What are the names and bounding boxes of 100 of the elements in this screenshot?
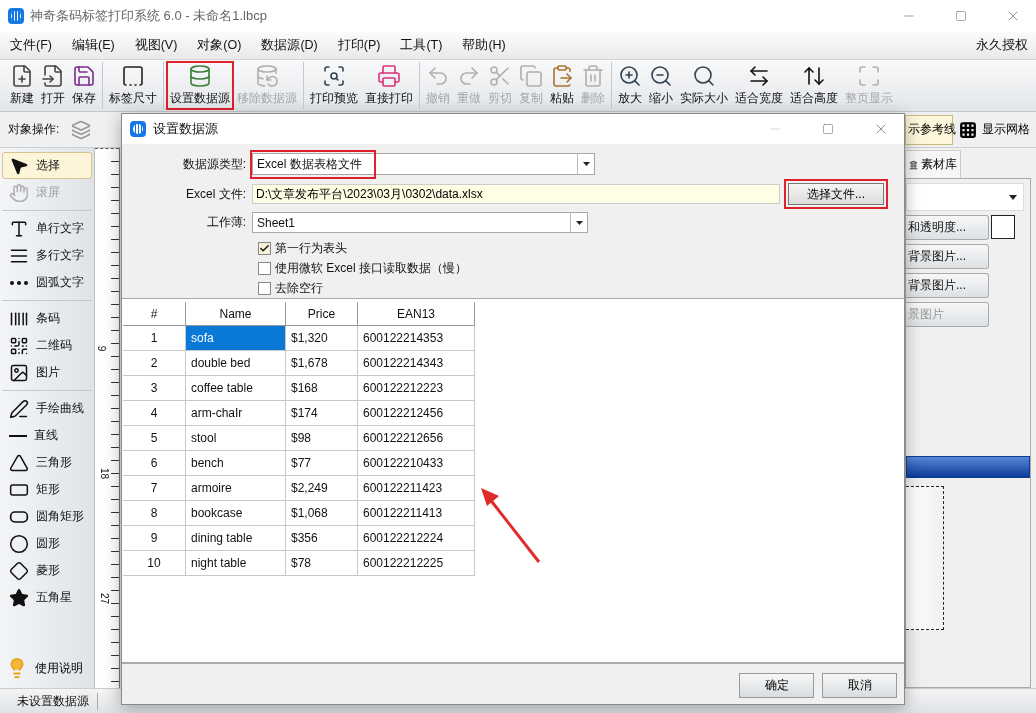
file-path-field[interactable]: D:\文章发布平台\2023\03月\0302\data.xlsx (252, 184, 780, 204)
tool-item[interactable]: 圆角矩形 (2, 503, 92, 530)
table-cell: 600122212225 (358, 551, 475, 576)
table-cell: 600122214343 (358, 351, 475, 376)
caret-icon (582, 162, 590, 166)
database-icon (255, 64, 279, 88)
toolbar-button[interactable]: 打开 (38, 62, 68, 109)
table-cell: $1,320 (286, 326, 358, 351)
toolbar-button[interactable]: 适合宽度 (732, 62, 786, 109)
table-cell: armoire (186, 476, 286, 501)
line-icon (9, 434, 27, 437)
toolbar-button[interactable]: 新建 (7, 62, 37, 109)
diamond-icon (9, 560, 29, 581)
tool-item[interactable]: 圆形 (2, 530, 92, 557)
choose-file-button[interactable]: 选择文件... (788, 183, 884, 205)
panel-button[interactable]: 和透明度... (906, 215, 989, 240)
table-cell: double bed (186, 351, 286, 376)
toolbar-button[interactable]: 标签尺寸 (106, 62, 160, 109)
toolbar-button[interactable]: 适合高度 (787, 62, 841, 109)
pen-icon (9, 398, 29, 419)
table-cell: 600122211413 (358, 501, 475, 526)
panel-tab[interactable]: 素材库 (905, 150, 961, 178)
column-header: Name (186, 302, 286, 326)
tool-item[interactable]: 直线 (2, 422, 92, 449)
toolbar-button[interactable]: 打印预览 (307, 62, 361, 109)
redo-icon (457, 64, 481, 88)
menu-item[interactable]: 视图(V) (134, 37, 178, 54)
tool-item[interactable]: 条码 (2, 305, 92, 332)
checkbox-label: 去除空行 (275, 279, 323, 297)
ruler-number: 9 (96, 345, 108, 352)
table-cell: 600122211423 (358, 476, 475, 501)
tool-item[interactable]: 菱形 (2, 557, 92, 584)
checkbox[interactable] (258, 281, 271, 295)
tool-item[interactable]: 五角星 (2, 584, 92, 611)
toolbar-button[interactable]: 实际大小 (677, 62, 731, 109)
menu-item[interactable]: 文件(F) (10, 37, 52, 54)
tool-item[interactable]: 三角形 (2, 449, 92, 476)
tool-item[interactable]: 二维码 (2, 332, 92, 359)
checkbox[interactable] (258, 261, 271, 275)
toolbar-button[interactable]: 粘贴 (547, 62, 577, 109)
tool-item[interactable]: 矩形 (2, 476, 92, 503)
toolbar-button[interactable]: 设置数据源 (167, 62, 233, 109)
caret-icon (1009, 194, 1017, 200)
panel-button[interactable]: 背景图片... (906, 273, 989, 298)
caret-icon (575, 220, 583, 225)
help-item[interactable]: 使用说明 (2, 653, 92, 683)
tool-item[interactable]: 图片 (2, 359, 92, 386)
status-text: 未设置数据源 (17, 692, 98, 710)
maximize-icon (822, 123, 834, 135)
table-cell: 600122214353 (358, 326, 475, 351)
ruler-number: 27 (99, 592, 111, 605)
table-cell: 600122212223 (358, 376, 475, 401)
hand-icon (9, 182, 29, 203)
save-icon (72, 64, 96, 88)
ok-button[interactable]: 确定 (739, 673, 814, 698)
toolbar-button[interactable]: 直接打印 (362, 62, 416, 109)
tool-item[interactable]: 手绘曲线 (2, 395, 92, 422)
sheet-select[interactable]: Sheet1 (252, 212, 588, 233)
checkbox[interactable] (258, 241, 271, 255)
row-number: 3 (123, 376, 186, 401)
undo-icon (426, 64, 450, 88)
table-cell: bench (186, 451, 286, 476)
window-title: 神奇条码标签打印系统 6.0 - 未命名1.lbcp (30, 7, 268, 25)
menu-item[interactable]: 数据源(D) (261, 37, 318, 54)
fit-width-icon (747, 64, 771, 88)
checkbox-label: 使用微软 Excel 接口读取数据（慢） (275, 259, 467, 277)
database-icon (188, 64, 212, 88)
toolbar-button[interactable]: 保存 (69, 62, 99, 109)
fit-height-icon (802, 64, 826, 88)
dropdown-field[interactable] (906, 183, 1024, 211)
row-number: 8 (123, 501, 186, 526)
table-cell: stool (186, 426, 286, 451)
grid-icon (959, 120, 977, 139)
field-label: 工作薄: (205, 214, 247, 231)
checkbox-label: 第一行为表头 (275, 239, 347, 257)
tool-item[interactable]: 圆弧文字 (2, 269, 92, 296)
grid-button[interactable]: 显示网格 (957, 114, 1032, 145)
table-cell: 600122212224 (358, 526, 475, 551)
menu-item[interactable]: 编辑(E) (71, 37, 115, 54)
menu-item[interactable]: 对象(O) (197, 37, 242, 54)
table-cell: 600122210433 (358, 451, 475, 476)
tool-item[interactable]: 单行文字 (2, 215, 92, 242)
toolbar-button[interactable]: 缩小 (646, 62, 676, 109)
printer-icon (377, 64, 401, 88)
panel-button[interactable]: 背景图片... (906, 244, 989, 269)
row-number: 6 (123, 451, 186, 476)
tool-item[interactable]: 选择 (2, 152, 92, 179)
new-file-icon (10, 64, 34, 88)
toolbar-button[interactable]: 放大 (615, 62, 645, 109)
column-header: EAN13 (358, 302, 475, 326)
tool-item[interactable]: 多行文字 (2, 242, 92, 269)
scissors-icon (488, 64, 512, 88)
trash-icon (581, 64, 605, 88)
triangle-icon (9, 452, 29, 473)
menu-item[interactable]: 帮助(H) (462, 37, 506, 54)
layers-icon[interactable] (71, 119, 92, 140)
color-swatch[interactable] (991, 215, 1015, 239)
menu-item[interactable]: 工具(T) (400, 37, 443, 54)
cancel-button[interactable]: 取消 (822, 673, 897, 698)
menu-item[interactable]: 打印(P) (337, 37, 381, 54)
